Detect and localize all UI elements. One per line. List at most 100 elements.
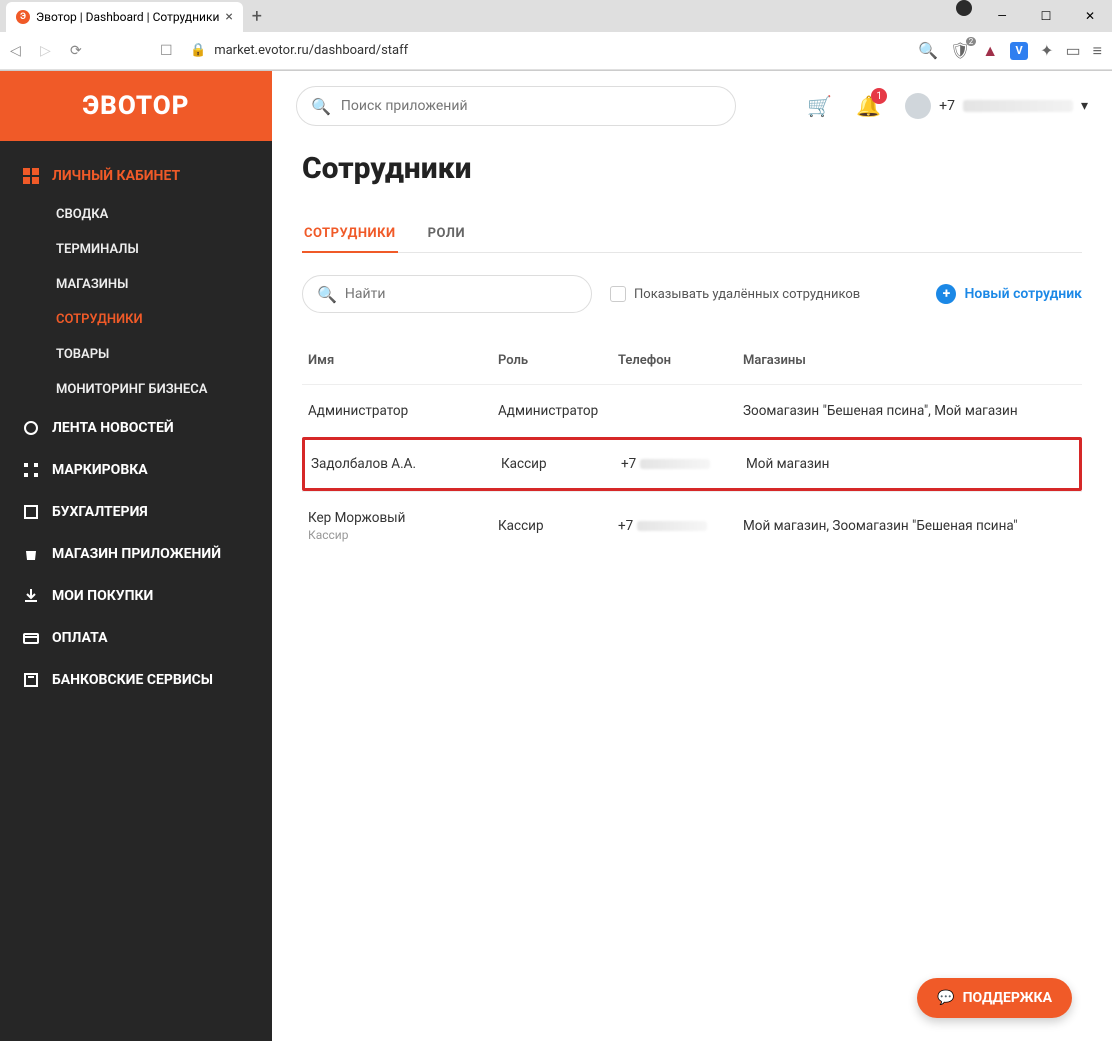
- find-input[interactable]: [345, 286, 577, 302]
- phone-blurred: [637, 521, 707, 531]
- sidebar-label: БУХГАЛТЕРИЯ: [52, 504, 148, 520]
- sidebar-section-purchases[interactable]: МОИ ПОКУПКИ: [0, 575, 272, 617]
- zoom-icon[interactable]: 🔍: [918, 41, 938, 60]
- bank-icon: [22, 671, 40, 689]
- cell-name: Задолбалов А.А.: [311, 456, 501, 472]
- sidebar-label: ЛЕНТА НОВОСТЕЙ: [52, 420, 174, 436]
- bookmark-icon[interactable]: ☐: [160, 43, 178, 59]
- lock-icon: 🔒: [190, 43, 206, 58]
- tabs: СОТРУДНИКИ РОЛИ: [302, 216, 1082, 253]
- browser-toolbar: ◁ ▷ ⟳ ☐ 🔒 market.evotor.ru/dashboard/sta…: [0, 32, 1112, 70]
- sidebar-label: МАРКИРОВКА: [52, 462, 148, 478]
- sidebar-section-accounting[interactable]: БУХГАЛТЕРИЯ: [0, 491, 272, 533]
- search-icon: 🔍: [311, 97, 331, 116]
- table-row[interactable]: Администратор Администратор Зоомагазин "…: [302, 384, 1082, 437]
- maximize-button[interactable]: ☐: [1024, 0, 1068, 32]
- sidebar-section-news[interactable]: ЛЕНТА НОВОСТЕЙ: [0, 407, 272, 449]
- topbar: 🔍 🛒 🔔1 +7 ▾: [272, 71, 1112, 141]
- brand-logo[interactable]: ЭВОТОР: [0, 71, 272, 141]
- sidebar-section-banking[interactable]: БАНКОВСКИЕ СЕРВИСЫ: [0, 659, 272, 701]
- news-icon: [22, 419, 40, 437]
- avatar-icon: [905, 93, 931, 119]
- col-role: Роль: [498, 353, 618, 368]
- user-phone-prefix: +7: [939, 98, 955, 114]
- app-search-input[interactable]: [341, 98, 721, 114]
- brave-icon[interactable]: ▲: [982, 41, 998, 61]
- phone-blurred: [640, 459, 710, 469]
- toolbar-right: 🔍 🛡2 ▲ V ✦ ▭ ≡: [918, 41, 1102, 61]
- browser-tab[interactable]: Э Эвотор | Dashboard | Сотрудники ×: [6, 2, 243, 32]
- chevron-down-icon: ▾: [1081, 98, 1088, 114]
- app-root: ЭВОТОР ЛИЧНЫЙ КАБИНЕТ СВОДКА ТЕРМИНАЛЫ М…: [0, 71, 1112, 1041]
- extension-v-icon[interactable]: V: [1010, 42, 1028, 60]
- new-tab-button[interactable]: +: [243, 6, 271, 27]
- titlebar: Э Эвотор | Dashboard | Сотрудники × + — …: [0, 0, 1112, 32]
- sidebar-label: МАГАЗИН ПРИЛОЖЕНИЙ: [52, 546, 221, 562]
- sidebar: ЭВОТОР ЛИЧНЫЙ КАБИНЕТ СВОДКА ТЕРМИНАЛЫ М…: [0, 71, 272, 1041]
- sidebar-item-monitoring[interactable]: МОНИТОРИНГ БИЗНЕСА: [0, 372, 272, 407]
- minimize-button[interactable]: —: [980, 0, 1024, 32]
- new-employee-button[interactable]: + Новый сотрудник: [936, 284, 1082, 304]
- wallet-icon[interactable]: ▭: [1066, 41, 1081, 60]
- sidebar-section-dashboard[interactable]: ЛИЧНЫЙ КАБИНЕТ: [0, 155, 272, 197]
- sidebar-item-stores[interactable]: МАГАЗИНЫ: [0, 267, 272, 302]
- col-phone: Телефон: [618, 353, 743, 368]
- tab-title: Эвотор | Dashboard | Сотрудники: [36, 10, 219, 24]
- sidebar-item-goods[interactable]: ТОВАРЫ: [0, 337, 272, 372]
- tab-close-icon[interactable]: ×: [225, 9, 232, 25]
- forward-button[interactable]: ▷: [40, 43, 58, 59]
- sidebar-section-payment[interactable]: ОПЛАТА: [0, 617, 272, 659]
- sidebar-item-staff[interactable]: СОТРУДНИКИ: [0, 302, 272, 337]
- app-search[interactable]: 🔍: [296, 86, 736, 126]
- reload-button[interactable]: ⟳: [70, 43, 88, 59]
- support-button[interactable]: 💬 ПОДДЕРЖКА: [917, 978, 1072, 1018]
- card-icon: [22, 629, 40, 647]
- cell-subrole: Кассир: [308, 528, 498, 542]
- page-title: Сотрудники: [302, 151, 1082, 186]
- sidebar-item-terminals[interactable]: ТЕРМИНАЛЫ: [0, 232, 272, 267]
- bag-icon: [22, 545, 40, 563]
- col-name: Имя: [308, 353, 498, 368]
- show-deleted-toggle[interactable]: Показывать удалённых сотрудников: [610, 286, 860, 302]
- bell-icon[interactable]: 🔔1: [856, 94, 881, 118]
- user-menu[interactable]: +7 ▾: [905, 93, 1088, 119]
- show-deleted-label: Показывать удалённых сотрудников: [634, 287, 860, 302]
- sidebar-label: ОПЛАТА: [52, 630, 107, 646]
- extensions-icon[interactable]: ✦: [1040, 41, 1053, 60]
- close-window-button[interactable]: ✕: [1068, 0, 1112, 32]
- favicon-icon: Э: [16, 10, 30, 24]
- table-row-highlighted[interactable]: Задолбалов А.А. Кассир +7 Мой магазин: [302, 437, 1082, 491]
- accounting-icon: [22, 503, 40, 521]
- notification-badge: 1: [871, 88, 887, 104]
- cell-name: Кер Моржовый: [308, 510, 498, 526]
- cell-stores: Мой магазин, Зоомагазин "Бешеная псина": [743, 518, 1076, 534]
- back-button[interactable]: ◁: [10, 43, 28, 59]
- cell-phone: +7: [621, 456, 746, 472]
- sidebar-item-summary[interactable]: СВОДКА: [0, 197, 272, 232]
- sidebar-label: БАНКОВСКИЕ СЕРВИСЫ: [52, 672, 213, 688]
- cell-stores: Мой магазин: [746, 456, 1073, 472]
- tab-roles[interactable]: РОЛИ: [426, 216, 467, 252]
- address-bar[interactable]: 🔒 market.evotor.ru/dashboard/staff: [190, 43, 906, 58]
- browser-chrome: Э Эвотор | Dashboard | Сотрудники × + — …: [0, 0, 1112, 71]
- sidebar-section-marking[interactable]: МАРКИРОВКА: [0, 449, 272, 491]
- sidebar-label: МОИ ПОКУПКИ: [52, 588, 153, 604]
- table-row[interactable]: Кер Моржовый Кассир Кассир +7 Мой магази…: [302, 491, 1082, 560]
- cell-role: Кассир: [498, 518, 618, 534]
- sidebar-section-appstore[interactable]: МАГАЗИН ПРИЛОЖЕНИЙ: [0, 533, 272, 575]
- dashboard-icon: [22, 167, 40, 185]
- page-content: Сотрудники СОТРУДНИКИ РОЛИ 🔍 Показывать …: [272, 141, 1112, 590]
- window-controls: — ☐ ✕: [956, 0, 1112, 32]
- chat-icon: 💬: [937, 990, 954, 1006]
- cell-name: Администратор: [308, 403, 498, 419]
- shield-icon[interactable]: 🛡2: [950, 41, 970, 60]
- sidebar-section-label: ЛИЧНЫЙ КАБИНЕТ: [52, 168, 180, 184]
- checkbox-icon[interactable]: [610, 286, 626, 302]
- tab-staff[interactable]: СОТРУДНИКИ: [302, 216, 398, 253]
- new-employee-label: Новый сотрудник: [964, 286, 1082, 302]
- incognito-icon: [956, 0, 972, 16]
- menu-icon[interactable]: ≡: [1093, 41, 1102, 61]
- cart-icon[interactable]: 🛒: [807, 94, 832, 118]
- find-wrapper[interactable]: 🔍: [302, 275, 592, 313]
- user-phone-blurred: [963, 100, 1073, 112]
